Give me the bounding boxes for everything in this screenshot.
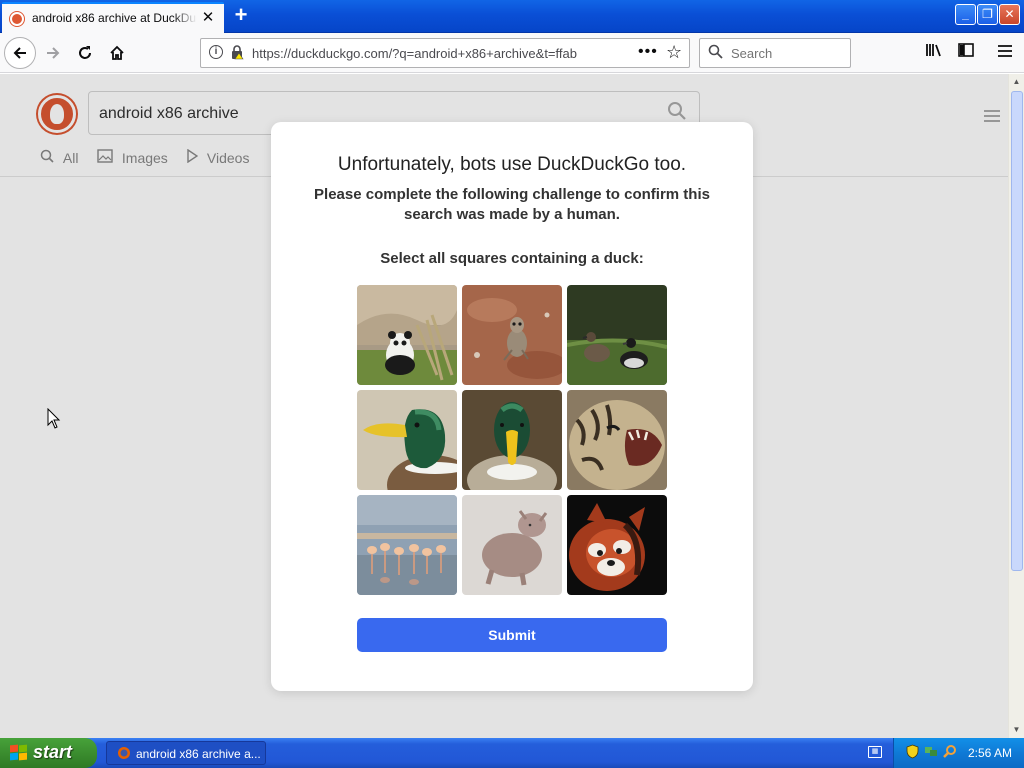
- challenge-tile-meerkat[interactable]: [462, 285, 562, 385]
- lock-warning-icon[interactable]: [230, 45, 244, 63]
- navigation-toolbar: i https://duckduckgo.com/?q=android+x86+…: [0, 33, 1024, 73]
- keyboard-layout-icon[interactable]: ▦: [868, 746, 882, 758]
- challenge-tile-ducks[interactable]: [567, 285, 667, 385]
- challenge-tile-flamingos[interactable]: [357, 495, 457, 595]
- forward-button[interactable]: [39, 39, 67, 67]
- forward-arrow-icon: [47, 47, 60, 59]
- back-button[interactable]: [4, 37, 36, 69]
- start-label: start: [33, 742, 73, 762]
- modal-subtitle: Please complete the following challenge …: [314, 186, 710, 223]
- tab-title: android x86 archive at DuckDuckGo: [32, 11, 197, 27]
- reload-button[interactable]: [71, 39, 99, 67]
- home-icon: [110, 45, 124, 60]
- back-arrow-icon: [13, 47, 26, 59]
- duckduckgo-favicon-icon: [10, 12, 24, 26]
- mouse-cursor-icon: [47, 407, 61, 430]
- site-info-icon[interactable]: i: [209, 45, 223, 59]
- library-icon[interactable]: [923, 42, 945, 64]
- reload-icon: [79, 46, 91, 59]
- browser-tab[interactable]: android x86 archive at DuckDuckGo ✕: [2, 2, 224, 33]
- security-shield-icon[interactable]: [906, 744, 919, 762]
- challenge-tile-mole-rat[interactable]: [462, 495, 562, 595]
- firefox-icon: [117, 746, 131, 763]
- windows-taskbar: start android x86 archive a... ▦ 2:56 AM: [0, 738, 1024, 768]
- challenge-image-grid: [357, 285, 667, 595]
- new-tab-button[interactable]: +: [229, 4, 253, 28]
- url-text[interactable]: https://duckduckgo.com/?q=android+x86+ar…: [252, 46, 577, 61]
- submit-button[interactable]: Submit: [357, 618, 667, 652]
- search-icon: [708, 44, 723, 63]
- scroll-up-arrow-icon[interactable]: ▲: [1009, 74, 1024, 90]
- address-bar[interactable]: i https://duckduckgo.com/?q=android+x86+…: [200, 38, 690, 68]
- challenge-tile-tiger[interactable]: [567, 390, 667, 490]
- tab-close-icon[interactable]: ✕: [200, 10, 216, 26]
- taskbar-firefox-item[interactable]: android x86 archive a...: [106, 741, 266, 765]
- browser-search-box[interactable]: Search: [699, 38, 851, 68]
- web-page: android x86 archive All Images Videos Un…: [0, 74, 1008, 738]
- modal-instruction: Select all squares containing a duck:: [380, 250, 644, 267]
- sidebar-toggle-icon[interactable]: [955, 42, 977, 64]
- system-clock[interactable]: 2:56 AM: [968, 746, 1012, 760]
- bot-challenge-modal: Unfortunately, bots use DuckDuckGo too. …: [271, 122, 753, 691]
- challenge-tile-mallard-side[interactable]: [357, 390, 457, 490]
- browser-title-bar: android x86 archive at DuckDuckGo ✕ + _ …: [0, 0, 1024, 33]
- system-tray: 2:56 AM: [893, 738, 1024, 768]
- scroll-down-arrow-icon[interactable]: ▼: [1009, 722, 1024, 738]
- search-tray-icon[interactable]: [943, 744, 957, 761]
- minimize-button[interactable]: _: [955, 4, 976, 25]
- restore-button[interactable]: ❐: [977, 4, 998, 25]
- network-icon[interactable]: [924, 744, 938, 761]
- page-scrollbar[interactable]: ▲ ▼: [1008, 74, 1024, 738]
- bookmark-star-icon[interactable]: ☆: [666, 42, 682, 63]
- hamburger-menu-icon[interactable]: [994, 42, 1016, 64]
- scroll-thumb[interactable]: [1011, 91, 1023, 571]
- taskbar-item-label: android x86 archive a...: [136, 747, 261, 761]
- home-button[interactable]: [103, 39, 131, 67]
- start-button[interactable]: start: [0, 738, 97, 768]
- page-actions-icon[interactable]: •••: [638, 43, 658, 61]
- windows-logo-icon: [10, 744, 28, 761]
- challenge-tile-panda[interactable]: [357, 285, 457, 385]
- challenge-tile-mallard-front[interactable]: [462, 390, 562, 490]
- search-placeholder: Search: [731, 46, 773, 61]
- challenge-tile-red-panda[interactable]: [567, 495, 667, 595]
- modal-title: Unfortunately, bots use DuckDuckGo too.: [337, 154, 687, 175]
- close-window-button[interactable]: ✕: [999, 4, 1020, 25]
